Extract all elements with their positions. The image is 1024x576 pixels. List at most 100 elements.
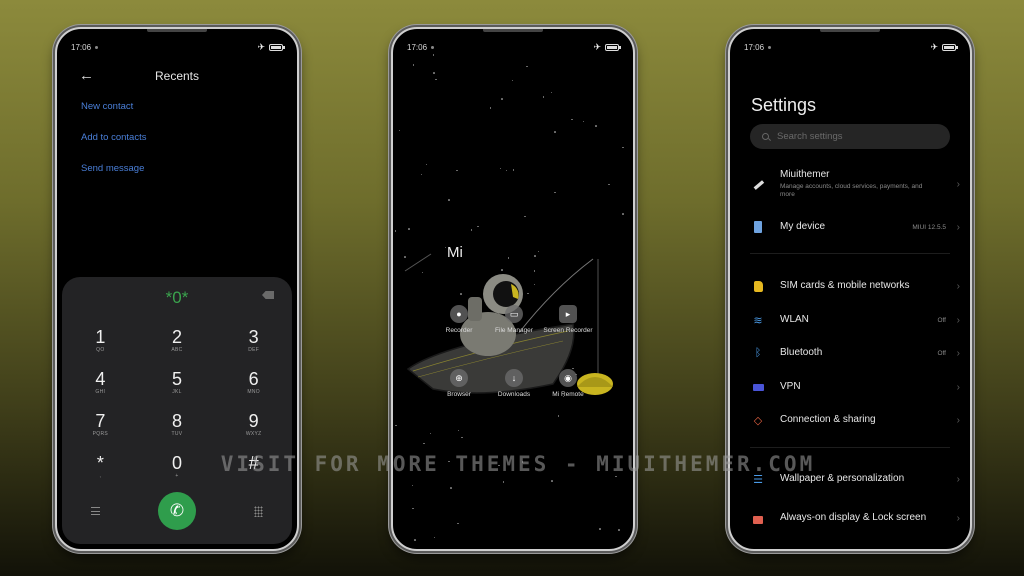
- notification-dot: [95, 45, 99, 49]
- key-letters: TUV: [171, 431, 183, 437]
- page-title: Recents: [154, 69, 200, 83]
- chevron-right-icon: ›: [956, 347, 960, 359]
- account-icon: ▬: [749, 175, 767, 193]
- app-recorder[interactable]: ● Recorder: [429, 305, 489, 335]
- star: [433, 72, 435, 74]
- key-7[interactable]: 7 PQRS: [62, 411, 139, 441]
- key-letters: MNO: [247, 389, 260, 395]
- app-label: Mi Remote: [552, 391, 584, 398]
- settings-item-wallpaper[interactable]: ☰ Wallpaper & personalization ›: [730, 470, 970, 488]
- settings-item-wlan[interactable]: ≋ WLAN Off ›: [730, 311, 970, 329]
- key-4[interactable]: 4 GHI: [62, 369, 139, 399]
- star: [521, 461, 524, 463]
- settings-item-bluetooth[interactable]: ᛒ Bluetooth Off ›: [730, 344, 970, 362]
- app-browser[interactable]: ⊕ Browser: [429, 369, 489, 399]
- status-bar: 17:06 ✈: [71, 41, 285, 53]
- star: [557, 415, 560, 417]
- settings-item-vpn[interactable]: VPN ›: [730, 378, 970, 396]
- chevron-right-icon: ›: [956, 178, 960, 190]
- key-number: 4: [95, 369, 106, 389]
- globe-icon: ⊕: [450, 369, 468, 387]
- chevron-right-icon: ›: [956, 414, 960, 426]
- settings-item-sim[interactable]: SIM cards & mobile networks ›: [730, 277, 970, 295]
- record-icon: ●: [450, 305, 468, 323]
- key-number: 8: [171, 411, 182, 431]
- chevron-right-icon: ›: [956, 314, 960, 326]
- item-label: Always-on display & Lock screen: [780, 512, 927, 523]
- key-6[interactable]: 6 MNO: [215, 369, 292, 399]
- key-letters: ,: [99, 473, 102, 479]
- dialed-number: *0*: [165, 288, 189, 307]
- status-time: 17:06: [744, 42, 765, 52]
- key-2[interactable]: 2 ABC: [139, 327, 216, 357]
- star: [394, 230, 397, 232]
- key-1[interactable]: 1 QO: [62, 327, 139, 357]
- key-letters: DEF: [248, 347, 260, 353]
- folder-icon: ▭: [505, 305, 523, 323]
- star: [398, 129, 401, 132]
- key-0[interactable]: 0 +: [139, 453, 216, 483]
- settings-item-account[interactable]: ▬ Miuithemer Manage accounts, cloud servi…: [730, 169, 970, 199]
- key-3[interactable]: 3 DEF: [215, 327, 292, 357]
- app-screen-recorder[interactable]: ▸ Screen Recorder: [538, 305, 598, 335]
- key-number: *: [96, 453, 104, 473]
- dialer-bottom-bar: ✆: [62, 492, 292, 530]
- call-button[interactable]: ✆: [158, 492, 196, 530]
- search-input[interactable]: Search settings: [750, 124, 950, 149]
- star: [420, 173, 423, 176]
- star: [412, 64, 415, 66]
- star: [526, 65, 528, 68]
- settings-item-lock-screen[interactable]: Always-on display & Lock screen ›: [730, 503, 970, 533]
- key-8[interactable]: 8 TUV: [139, 411, 216, 441]
- add-to-contacts-link[interactable]: Add to contacts: [81, 132, 146, 163]
- settings-item-connection-sharing[interactable]: ◇ Connection & sharing ›: [730, 411, 970, 429]
- star: [429, 432, 432, 435]
- item-label: WLAN: [780, 314, 809, 325]
- key-9[interactable]: 9 WXYZ: [215, 411, 292, 441]
- key-number: 1: [95, 327, 106, 347]
- send-message-link[interactable]: Send message: [81, 163, 146, 194]
- app-label: Browser: [447, 391, 471, 398]
- star: [395, 424, 397, 427]
- star: [498, 464, 500, 467]
- key-letters: +: [175, 473, 179, 479]
- star: [456, 169, 458, 172]
- app-downloads[interactable]: ↓ Downloads: [484, 369, 544, 399]
- dialpad: *0* 1 QO 2 ABC 3 DEF 4 GHI 5 JKL 6 MNO 7 PQRS 8…: [62, 277, 292, 544]
- app-label: File Manager: [495, 327, 533, 334]
- item-label: VPN: [780, 381, 801, 392]
- key-letters: WXYZ: [245, 431, 262, 437]
- star: [554, 191, 556, 194]
- bluetooth-icon: ᛒ: [754, 347, 762, 359]
- star: [457, 429, 460, 432]
- app-label: Screen Recorder: [543, 327, 593, 334]
- battery-icon: [942, 43, 958, 51]
- key-star[interactable]: *,: [62, 453, 139, 483]
- airplane-icon: ✈: [930, 41, 938, 52]
- star: [470, 229, 473, 231]
- app-file-manager[interactable]: ▭ File Manager: [484, 305, 544, 335]
- star: [499, 167, 502, 170]
- app-mi-remote[interactable]: ◉ Mi Remote: [538, 369, 598, 399]
- menu-icon[interactable]: [91, 507, 100, 515]
- star: [550, 91, 553, 94]
- key-hash[interactable]: #: [215, 453, 292, 483]
- star: [599, 528, 601, 530]
- new-contact-link[interactable]: New contact: [81, 101, 146, 132]
- phone-icon: ✆: [169, 501, 185, 520]
- star: [435, 78, 437, 81]
- key-5[interactable]: 5 JKL: [139, 369, 216, 399]
- item-value: MIUI 12.5.5: [912, 223, 946, 231]
- item-label: Bluetooth: [780, 347, 823, 358]
- item-label: Wallpaper & personalization: [780, 473, 905, 484]
- video-icon: ▸: [559, 305, 577, 323]
- star: [542, 96, 545, 98]
- dialpad-toggle-icon[interactable]: [254, 505, 263, 517]
- star: [512, 169, 515, 171]
- star: [505, 169, 508, 172]
- search-icon: [762, 133, 769, 140]
- speaker: [147, 29, 207, 32]
- key-letters: JKL: [172, 389, 182, 395]
- settings-item-my-device[interactable]: My device MIUI 12.5.5 ›: [730, 218, 970, 236]
- star: [501, 98, 503, 100]
